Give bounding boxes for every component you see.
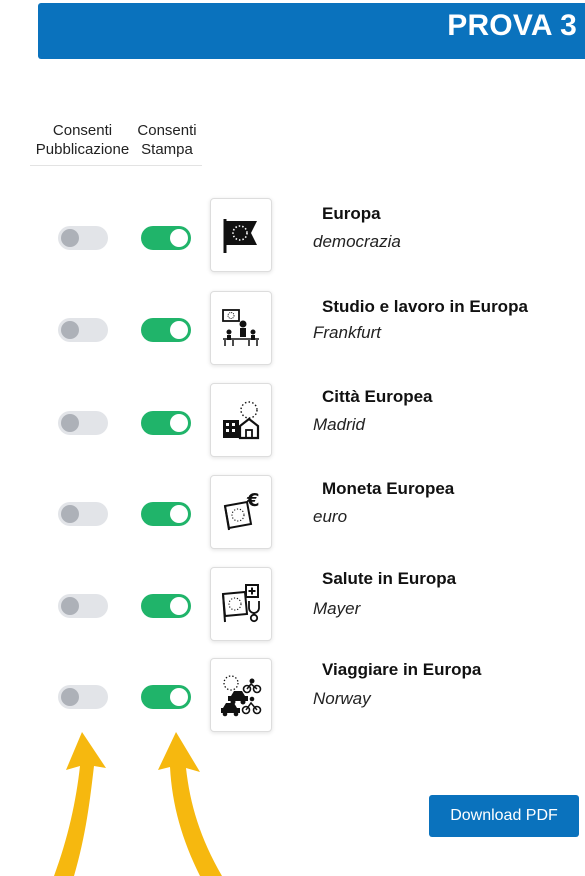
- toggle-knob: [170, 597, 188, 615]
- toggle-knob: [170, 414, 188, 432]
- city-buildings-icon: [223, 401, 260, 440]
- page-title: PROVA 3: [447, 9, 577, 42]
- toggle-knob: [61, 505, 79, 523]
- toggle-knob: [61, 414, 79, 432]
- toggle-knob: [61, 688, 79, 706]
- item-subtitle: Mayer: [313, 599, 361, 618]
- item-thumbnail[interactable]: [210, 291, 272, 365]
- publish-toggle[interactable]: [58, 502, 108, 526]
- item-subtitle: Frankfurt: [313, 323, 382, 342]
- svg-text:€: €: [246, 490, 260, 511]
- item-thumbnail[interactable]: €: [210, 475, 272, 549]
- arrow-up-icon: [158, 732, 222, 876]
- print-toggle[interactable]: [141, 685, 191, 709]
- publish-toggle[interactable]: [58, 685, 108, 709]
- toggle-knob: [61, 597, 79, 615]
- classroom-icon: [222, 309, 259, 346]
- download-pdf-button[interactable]: Download PDF: [429, 795, 579, 837]
- item-subtitle: Norway: [313, 689, 371, 708]
- item-thumbnail[interactable]: [210, 198, 272, 272]
- list-item: Europa democrazia: [0, 196, 585, 274]
- toggle-knob: [170, 229, 188, 247]
- publish-toggle[interactable]: [58, 226, 108, 250]
- item-subtitle: democrazia: [313, 232, 401, 251]
- publish-toggle[interactable]: [58, 318, 108, 342]
- print-toggle[interactable]: [141, 594, 191, 618]
- list-item: € Moneta Europea euro: [0, 473, 585, 551]
- list-item: Studio e lavoro in Europa Frankfurt: [0, 289, 585, 367]
- publish-toggle[interactable]: [58, 594, 108, 618]
- item-title: Moneta Europea: [322, 479, 455, 498]
- arrow-up-icon: [54, 732, 106, 876]
- euro-flag-icon: €: [223, 490, 260, 531]
- list-item: Viaggiare in Europa Norway: [0, 657, 585, 735]
- toggle-knob: [61, 229, 79, 247]
- column-header-publish: Consenti Pubblicazione: [35, 122, 130, 158]
- item-thumbnail[interactable]: [210, 658, 272, 732]
- publish-toggle[interactable]: [58, 411, 108, 435]
- print-toggle[interactable]: [141, 226, 191, 250]
- print-toggle[interactable]: [141, 318, 191, 342]
- annotation-arrows: [54, 732, 222, 876]
- header-divider: [30, 165, 202, 166]
- header-banner: PROVA 3: [38, 3, 585, 59]
- health-flag-icon: [221, 584, 260, 623]
- toggle-knob: [170, 505, 188, 523]
- print-toggle[interactable]: [141, 502, 191, 526]
- list-item: Città Europea Madrid: [0, 381, 585, 459]
- toggle-knob: [170, 688, 188, 706]
- item-title: Viaggiare in Europa: [322, 660, 482, 679]
- list-item: Salute in Europa Mayer: [0, 566, 585, 644]
- column-header-print: Consenti Stampa: [137, 122, 197, 158]
- item-subtitle: euro: [313, 507, 348, 526]
- travel-icon: [221, 675, 262, 717]
- toggle-knob: [170, 321, 188, 339]
- item-title: Salute in Europa: [322, 569, 457, 588]
- print-toggle[interactable]: [141, 411, 191, 435]
- item-subtitle: Madrid: [313, 415, 365, 434]
- item-title: Europa: [322, 204, 381, 223]
- item-thumbnail[interactable]: [210, 383, 272, 457]
- eu-flag-icon: [223, 219, 257, 253]
- item-title: Città Europea: [322, 387, 433, 406]
- item-title: Studio e lavoro in Europa: [322, 297, 528, 316]
- toggle-knob: [61, 321, 79, 339]
- item-thumbnail[interactable]: [210, 567, 272, 641]
